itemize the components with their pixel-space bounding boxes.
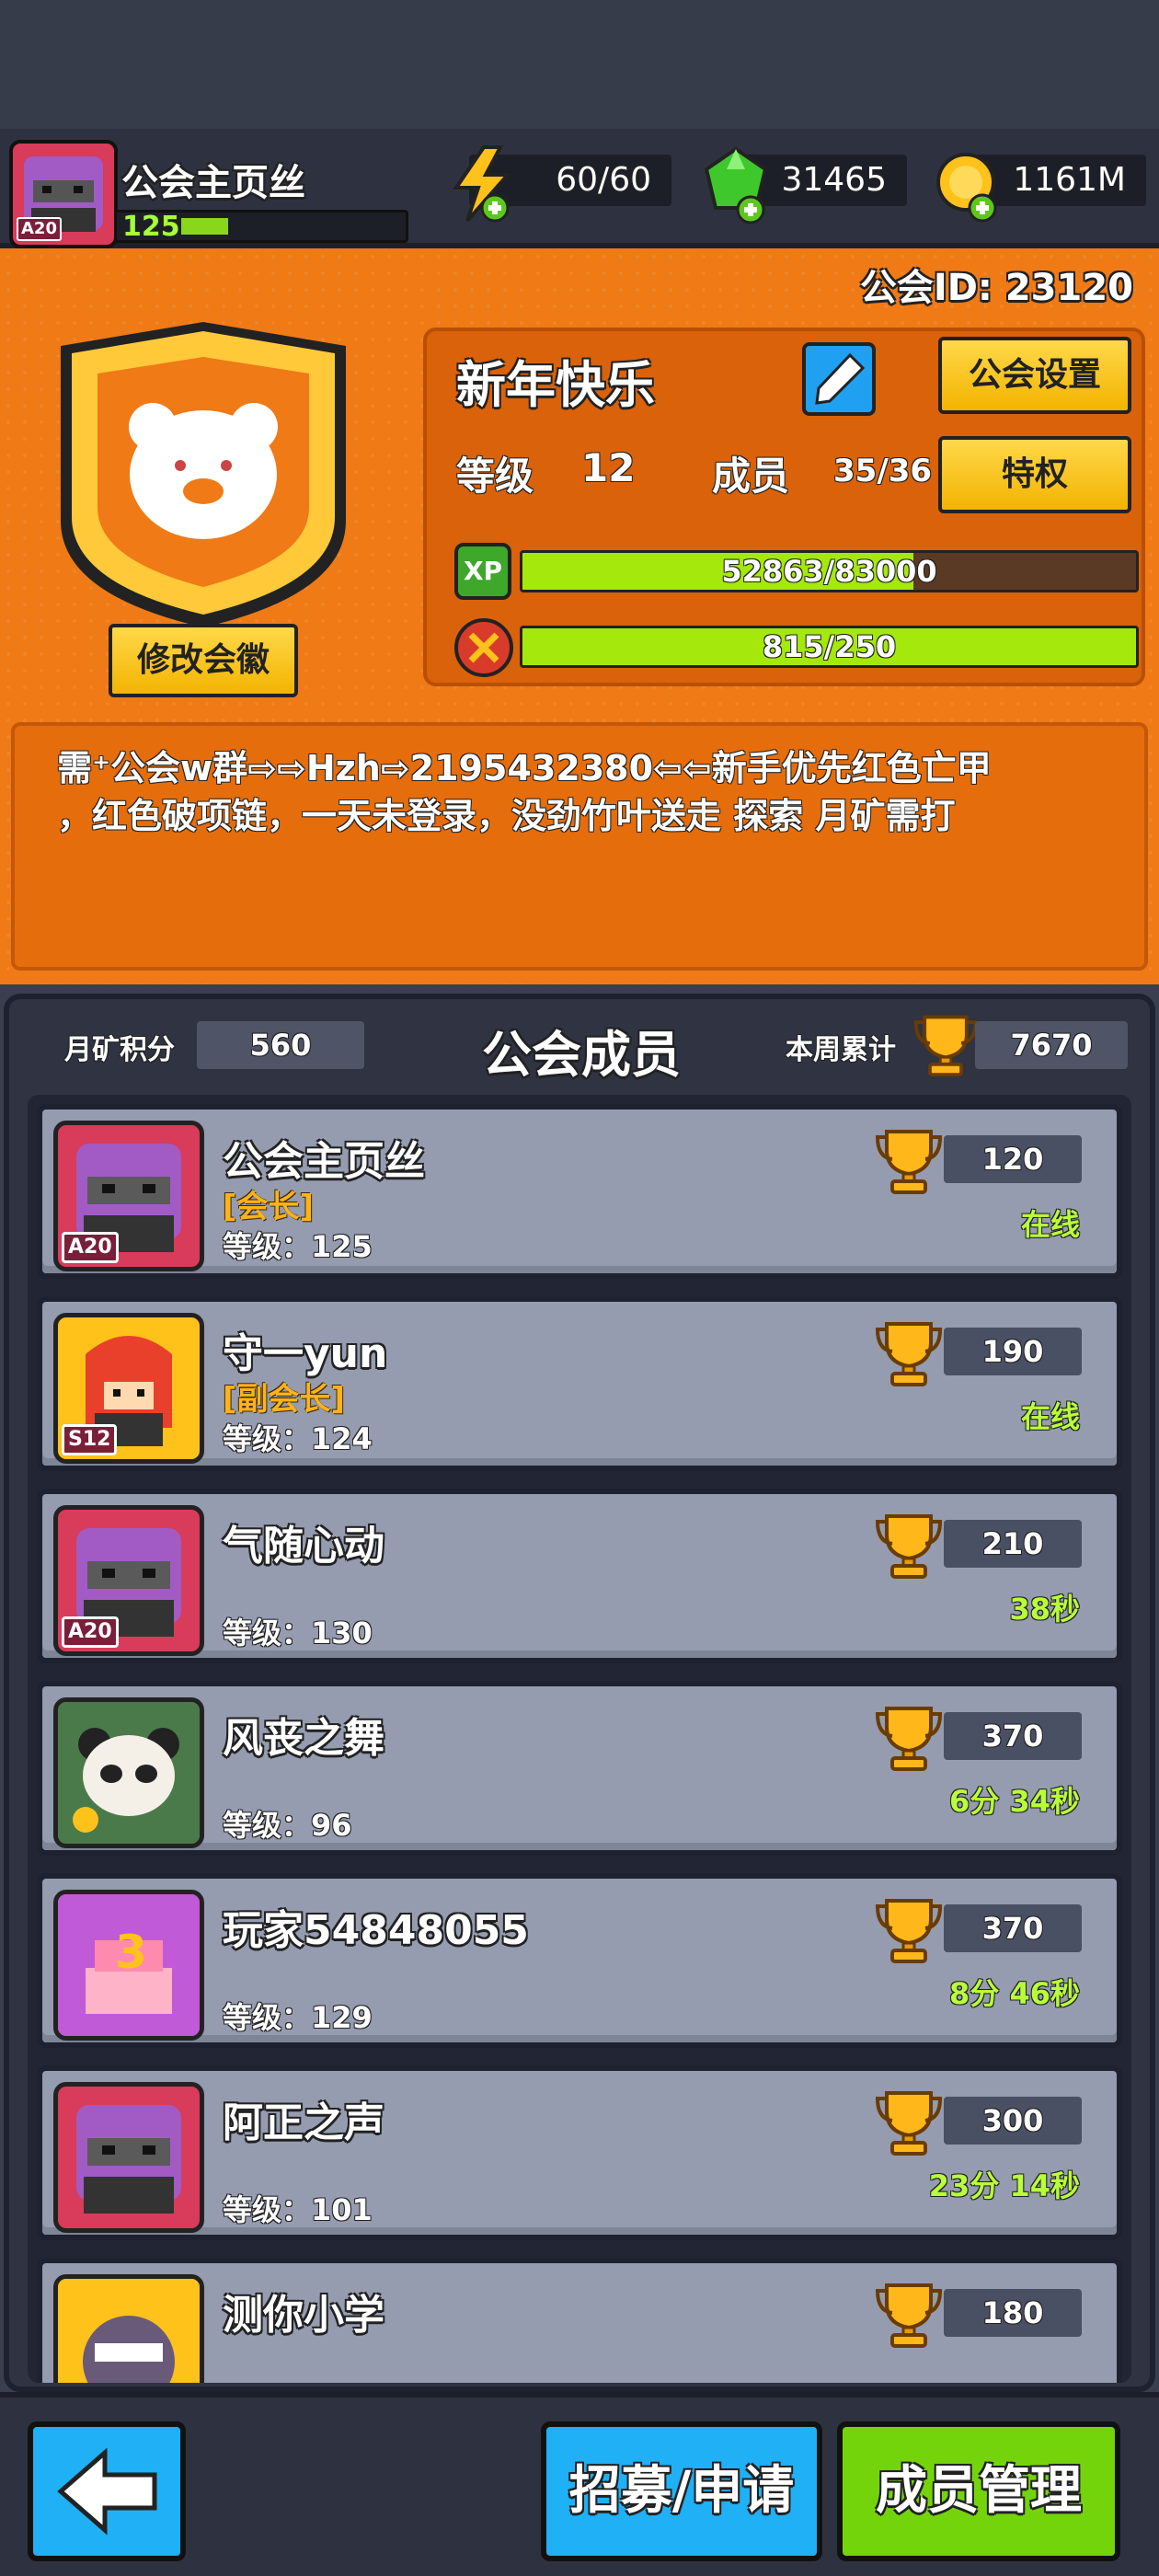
panda-avatar-icon [58, 1702, 200, 1844]
guild-members-label: 成员 [712, 454, 790, 499]
xp-badge-icon: XP [454, 543, 511, 600]
member-status: 在线 [1020, 1399, 1080, 1434]
member-name: 公会主页丝 [223, 1138, 425, 1185]
member-level: 等级：124 [223, 1421, 373, 1456]
member-avatar[interactable]: A20 [53, 1505, 204, 1656]
guild-members-value: 35/36 [833, 453, 933, 489]
member-name: 风丧之舞 [223, 1715, 384, 1762]
player-name: 公会主页丝 [121, 162, 305, 204]
privilege-button[interactable]: 特权 [938, 436, 1131, 513]
member-score: 210 [944, 1520, 1082, 1568]
trophy-icon [872, 2084, 946, 2157]
member-avatar[interactable] [53, 1697, 204, 1848]
gold-coin-icon[interactable] [929, 144, 1006, 226]
member-card[interactable]: 阿正之声等级：101 300 23分 14秒 [37, 2065, 1122, 2240]
member-level: 等级：129 [223, 2000, 373, 2035]
member-level: 等级：130 [223, 1616, 373, 1650]
weekly-total-label: 本周累计 [786, 1034, 896, 1066]
member-status: 在线 [1020, 1207, 1080, 1242]
guild-emblem-bear-icon [61, 322, 346, 627]
member-role: [副会长] [223, 1381, 346, 1418]
player-level-bar: 125 [114, 210, 408, 243]
trophy-icon [872, 2276, 946, 2350]
guild-notice[interactable]: 需⁺公会w群⇨⇨Hzh⇨2195432380⇦⇦新手优先红色亡甲 ，红色破项链，… [11, 722, 1148, 971]
guild-notice-line: ，红色破项链，一天未登录，没劲竹叶送走 探索 月矿需打 [57, 796, 956, 836]
ninja-avatar-icon [58, 2105, 200, 2228]
member-level: 等级：96 [223, 1808, 352, 1843]
back-arrow-icon [57, 2447, 157, 2536]
member-avatar[interactable] [53, 2082, 204, 2233]
pencil-icon [815, 352, 866, 405]
member-status: 38秒 [1009, 1592, 1080, 1627]
member-avatar-tag: A20 [62, 1616, 119, 1648]
member-card[interactable]: 测你小学 180 [37, 2258, 1122, 2383]
member-status: 6分 34秒 [949, 1784, 1080, 1819]
member-level: 等级：125 [223, 1229, 373, 1264]
member-name: 守一yun [223, 1330, 388, 1377]
guild-activity-text: 815/250 [762, 629, 897, 664]
member-card[interactable]: S12 守一yun [副会长] 等级：124 190 在线 [37, 1296, 1122, 1471]
member-avatar-tag: S12 [62, 1424, 118, 1455]
trophy-icon [913, 1015, 978, 1077]
member-name: 测你小学 [223, 2292, 384, 2339]
guild-level-value: 12 [581, 445, 636, 490]
members-title: 公会成员 [482, 1026, 681, 1084]
member-score: 370 [944, 1712, 1082, 1760]
trophy-icon [872, 1315, 946, 1388]
member-score: 190 [944, 1328, 1082, 1375]
guild-activity-bar: 815/250 [520, 626, 1139, 668]
member-card[interactable]: A20 公会主页丝 [会长] 等级：125 120 在线 [37, 1104, 1122, 1279]
member-avatar[interactable]: A20 [53, 1121, 204, 1271]
guild-xp-bar: 52863/83000 [520, 550, 1139, 592]
member-avatar-tag: A20 [62, 1232, 119, 1263]
mine-score-label: 月矿积分 [64, 1034, 175, 1066]
member-name: 阿正之声 [223, 2099, 384, 2146]
weekly-total-value: 7670 [975, 1021, 1128, 1069]
member-status: 8分 46秒 [949, 1976, 1080, 2011]
member-level: 等级：101 [223, 2192, 373, 2227]
member-score: 300 [944, 2097, 1082, 2145]
guild-activity-icon [454, 618, 513, 677]
member-card[interactable]: A20 气随心动等级：130 210 38秒 [37, 1489, 1122, 1663]
trophy-icon [872, 1699, 946, 1773]
player-level: 125 [122, 211, 180, 243]
guild-level-label: 等级 [456, 454, 534, 499]
manage-members-button[interactable]: 成员管理 [837, 2421, 1120, 2561]
system-status-bar [0, 0, 1159, 129]
trophy-icon [872, 1507, 946, 1581]
member-name: 玩家54848055 [223, 1907, 529, 1954]
guild-name: 新年快乐 [456, 356, 655, 414]
back-button[interactable] [28, 2421, 186, 2561]
player-level-fill [181, 218, 228, 235]
member-score: 370 [944, 1904, 1082, 1952]
member-avatar[interactable]: 3 [53, 1890, 204, 2041]
svg-text:3: 3 [115, 1926, 147, 1979]
edit-name-button[interactable] [802, 342, 876, 416]
change-emblem-button[interactable]: 修改会徽 [109, 624, 298, 697]
guild-id: 公会ID: 23120 [859, 267, 1133, 309]
player-avatar-tag: A20 [17, 217, 62, 241]
member-status: 23分 14秒 [928, 2168, 1080, 2203]
mine-score-value: 560 [197, 1021, 364, 1069]
recruit-button[interactable]: 招募/申请 [541, 2421, 822, 2561]
xp-badge-label: XP [463, 556, 503, 586]
player-avatar[interactable]: A20 [9, 140, 118, 248]
green-gem-icon[interactable] [697, 144, 775, 226]
member-name: 气随心动 [223, 1523, 384, 1570]
member-card[interactable]: 3 玩家54848055 等级：129 370 8分 46秒 [37, 1873, 1122, 2048]
energy-bolt-icon[interactable] [447, 144, 521, 226]
trophy-icon [872, 1892, 946, 1965]
guild-xp-text: 52863/83000 [721, 554, 937, 589]
member-list[interactable]: A20 公会主页丝 [会长] 等级：125 120 在线 S12 守一yun [副会长] 等级：1… [28, 1095, 1131, 2383]
trophy-icon [872, 1122, 946, 1196]
member-score: 120 [944, 1135, 1082, 1183]
member-role: [会长] [223, 1189, 315, 1225]
member-score: 180 [944, 2289, 1082, 2337]
member-card[interactable]: 风丧之舞等级：96 370 6分 34秒 [37, 1681, 1122, 1856]
guild-settings-button[interactable]: 公会设置 [938, 337, 1131, 414]
member-avatar[interactable] [53, 2274, 204, 2383]
cake-avatar-icon: 3 [58, 1894, 200, 2036]
guild-notice-line: 需⁺公会w群⇨⇨Hzh⇨2195432380⇦⇦新手优先红色亡甲 [57, 748, 992, 788]
member-avatar[interactable]: S12 [53, 1313, 204, 1464]
